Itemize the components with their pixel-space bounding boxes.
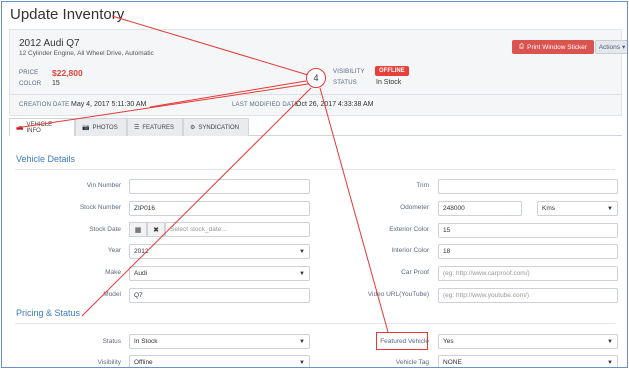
vehicle-details-heading: Vehicle Details xyxy=(16,154,76,164)
chevron-down-icon: ▼ xyxy=(607,360,613,366)
chevron-down-icon: ▼ xyxy=(299,249,305,255)
chevron-down-icon: ▼ xyxy=(299,339,305,345)
gears-icon: ⚙ xyxy=(190,125,196,131)
exterior-color-label: Exterior Color xyxy=(389,226,429,233)
chevron-down-icon: ▼ xyxy=(299,360,305,366)
clear-icon[interactable]: ✖ xyxy=(147,222,165,237)
list-icon: ☰ xyxy=(134,125,140,131)
section-divider xyxy=(15,169,615,170)
model-label: Model xyxy=(103,291,121,298)
model-input[interactable]: Q7 xyxy=(129,288,310,303)
print-button-label: Print Window Sticker xyxy=(527,43,588,51)
status-select-value: In Stock xyxy=(134,338,158,345)
year-label: Year xyxy=(107,247,121,254)
trim-label: Trim xyxy=(416,182,429,189)
summary-divider xyxy=(10,94,621,95)
creation-date-value: May 4, 2017 5:11:30 AM xyxy=(71,101,147,108)
tab-bar: 🚗 VEHICLE INFO 📷 PHOTOS ☰ FEATURES ⚙ SYN… xyxy=(9,118,622,136)
tab-label: PHOTOS xyxy=(92,124,118,131)
chevron-down-icon: ▼ xyxy=(607,206,613,212)
tab-photos[interactable]: 📷 PHOTOS xyxy=(75,118,127,136)
stock-date-input[interactable]: Select stock_date... xyxy=(165,222,310,237)
pricing-status-heading: Pricing & Status xyxy=(16,308,81,318)
video-url-input[interactable]: (eg: http://www.youtube.com/) xyxy=(438,288,618,303)
stock-number-label: Stock Number xyxy=(79,204,121,211)
vehicle-subtitle: 12 Cylinder Engine, All Wheel Drive, Aut… xyxy=(19,50,154,57)
featured-vehicle-highlight xyxy=(376,332,428,350)
visibility-field-label: Visibility xyxy=(97,359,121,366)
year-value: 2012 xyxy=(134,248,149,255)
camera-icon: 📷 xyxy=(82,125,90,131)
color-value: 15 xyxy=(52,80,60,87)
price-value: $22,800 xyxy=(52,68,83,78)
vehicle-title: 2012 Audi Q7 xyxy=(19,38,80,49)
stock-number-input[interactable]: ZIP016 xyxy=(129,201,310,216)
car-proof-label: Car Proof xyxy=(401,269,429,276)
status-field-label: Status xyxy=(102,338,121,345)
tab-features[interactable]: ☰ FEATURES xyxy=(127,118,183,136)
featured-vehicle-value: Yes xyxy=(443,338,454,345)
tab-label: SYNDICATION xyxy=(198,124,239,131)
creation-date-label: CREATION DATE xyxy=(19,102,70,108)
vehicle-tag-select[interactable]: NONE ▼ xyxy=(438,355,618,367)
vin-input[interactable] xyxy=(129,179,310,194)
tab-vehicle-info[interactable]: 🚗 VEHICLE INFO xyxy=(9,118,75,136)
interior-color-label: Interior Color xyxy=(391,247,429,254)
chevron-down-icon: ▼ xyxy=(607,339,613,345)
odometer-input[interactable]: 248000 xyxy=(438,201,522,216)
trim-input[interactable] xyxy=(438,179,618,194)
odometer-unit-value: Kms xyxy=(542,205,555,212)
print-window-sticker-button[interactable]: ⎙ Print Window Sticker xyxy=(512,40,594,54)
chevron-down-icon: ▼ xyxy=(299,271,305,277)
video-url-label: Video URL(YouTube) xyxy=(367,291,429,298)
price-label: PRICE xyxy=(19,70,39,76)
color-label: COLOR xyxy=(19,81,42,87)
actions-dropdown-button[interactable]: Actions ▾ xyxy=(595,40,627,54)
stock-date-label: Stock Date xyxy=(89,226,121,233)
visibility-badge: OFFLINE xyxy=(375,66,409,76)
modified-date-value: Oct 26, 2017 4:33:38 AM xyxy=(296,101,374,108)
page-title: Update Inventory xyxy=(10,6,125,23)
status-label: STATUS xyxy=(333,80,357,86)
exterior-color-input[interactable]: 15 xyxy=(438,223,618,238)
visibility-label: VISIBILITY xyxy=(333,69,365,75)
make-value: Audi xyxy=(134,270,148,277)
vin-label: Vin Number xyxy=(86,182,121,189)
caret-down-icon: ▾ xyxy=(622,44,626,51)
stock-date-controls: ▦ ✖ xyxy=(129,222,165,237)
make-select[interactable]: Audi ▼ xyxy=(129,266,310,281)
car-proof-input[interactable]: (eg: http://www.carproof.com/) xyxy=(438,266,618,281)
vehicle-tag-label: Vehicle Tag xyxy=(395,359,429,366)
print-icon: ⎙ xyxy=(518,43,525,50)
app-frame: Update Inventory 2012 Audi Q7 12 Cylinde… xyxy=(1,1,628,368)
make-label: Make xyxy=(105,269,121,276)
tab-syndication[interactable]: ⚙ SYNDICATION xyxy=(183,118,249,136)
featured-vehicle-select[interactable]: Yes ▼ xyxy=(438,334,618,349)
vehicle-tag-value: NONE xyxy=(443,359,462,366)
tab-label: FEATURES xyxy=(142,124,174,131)
year-select[interactable]: 2012 ▼ xyxy=(129,244,310,259)
section-divider xyxy=(15,323,615,324)
calendar-icon[interactable]: ▦ xyxy=(129,222,147,237)
odometer-unit-select[interactable]: Kms ▼ xyxy=(537,201,618,216)
visibility-select[interactable]: Offline ▼ xyxy=(129,355,310,367)
odometer-label: Odometer xyxy=(400,204,429,211)
modified-date-label: LAST MODIFIED DATE xyxy=(232,102,299,108)
interior-color-input[interactable]: 18 xyxy=(438,244,618,259)
tab-label: VEHICLE INFO xyxy=(26,121,53,134)
car-icon: 🚗 xyxy=(16,125,24,131)
actions-button-label: Actions xyxy=(598,43,621,51)
status-value: In Stock xyxy=(376,79,402,86)
status-select[interactable]: In Stock ▼ xyxy=(129,334,310,349)
annotation-callout-badge: 4 xyxy=(306,68,326,88)
visibility-select-value: Offline xyxy=(134,359,153,366)
